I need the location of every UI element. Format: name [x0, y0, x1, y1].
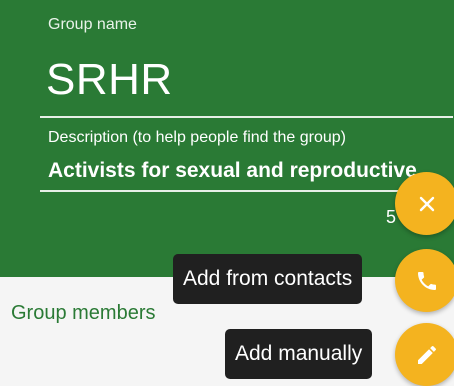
- add-from-contacts-button[interactable]: [395, 249, 454, 312]
- group-name-input[interactable]: SRHR: [46, 54, 173, 106]
- description-input[interactable]: Activists for sexual and reproductive h: [48, 157, 418, 185]
- group-members-title: Group members: [11, 302, 156, 324]
- add-from-contacts-label[interactable]: Add from contacts: [173, 254, 363, 304]
- description-label: Description (to help people find the gro…: [48, 129, 346, 146]
- group-name-label: Group name: [48, 16, 137, 33]
- group-header: Group name SRHR Description (to help peo…: [0, 0, 454, 277]
- close-icon: [419, 196, 434, 211]
- add-manually-button[interactable]: [395, 323, 454, 386]
- character-count: 5: [386, 207, 397, 227]
- add-manually-label[interactable]: Add manually: [225, 329, 373, 379]
- group-name-underline: [40, 116, 453, 118]
- description-underline: [40, 190, 453, 192]
- pencil-icon: [417, 345, 436, 364]
- phone-icon: [417, 271, 436, 290]
- close-fab-button[interactable]: [395, 172, 454, 235]
